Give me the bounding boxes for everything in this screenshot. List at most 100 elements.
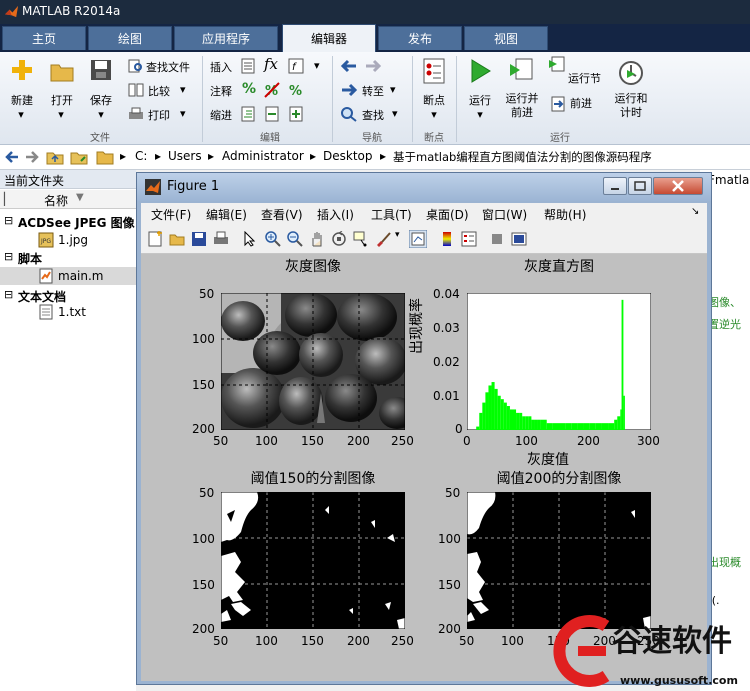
menu-view[interactable]: 查看(V) <box>261 206 303 223</box>
dock-arrow-icon[interactable]: ↘ <box>691 206 699 217</box>
y-tick-label: 200 <box>192 622 215 636</box>
collapse-icon[interactable]: ⊟ <box>4 288 13 301</box>
legend-icon[interactable] <box>461 231 477 247</box>
maximize-button[interactable] <box>628 177 652 195</box>
percent-icon[interactable]: % <box>242 81 256 97</box>
run-section-button[interactable]: 运行节 <box>568 70 601 86</box>
group-text-docs[interactable]: 文本文档 <box>18 288 66 305</box>
chevron-down-icon[interactable]: ▾ <box>314 59 320 72</box>
breadcrumb-item[interactable]: Administrator <box>222 149 304 163</box>
chevron-down-icon[interactable]: ▾ <box>475 108 485 121</box>
run-button[interactable]: 运行 <box>460 92 500 108</box>
run-and-advance-button[interactable]: 运行并 前进 <box>500 92 544 120</box>
back-arrow-icon[interactable] <box>4 150 20 164</box>
chevron-down-icon[interactable]: ▾ <box>56 108 66 121</box>
wrap-comments-icon[interactable]: % <box>288 82 304 98</box>
close-button[interactable] <box>653 177 703 195</box>
pointer-icon[interactable] <box>241 231 257 247</box>
chevron-down-icon[interactable]: ▾ <box>429 108 439 121</box>
seg150-axes[interactable] <box>221 492 405 629</box>
chevron-down-icon[interactable]: ▾ <box>180 107 186 120</box>
zoom-out-icon[interactable] <box>287 231 303 247</box>
file-1-txt[interactable]: 1.txt <box>58 305 86 319</box>
browse-folder-icon[interactable] <box>70 149 88 165</box>
menu-edit[interactable]: 编辑(E) <box>206 206 247 223</box>
group-scripts[interactable]: 脚本 <box>18 250 42 267</box>
chevron-down-icon[interactable]: ▾ <box>96 108 106 121</box>
open-button[interactable]: 打开 <box>42 92 82 108</box>
chevron-down-icon[interactable]: ▾ <box>16 108 26 121</box>
menu-help[interactable]: 帮助(H) <box>544 206 586 223</box>
uncomment-icon[interactable]: % <box>264 82 280 98</box>
chevron-down-icon[interactable]: ▾ <box>180 83 186 96</box>
tab-plots[interactable]: 绘图 <box>88 26 172 50</box>
histogram-bar <box>577 423 584 430</box>
gray-image-axes[interactable] <box>221 293 405 430</box>
collapse-icon[interactable]: ⊟ <box>4 250 13 263</box>
find-files-button[interactable]: 查找文件 <box>146 59 190 75</box>
minimize-button[interactable] <box>603 177 627 195</box>
compare-button[interactable]: 比较 <box>148 83 170 99</box>
new-button[interactable]: 新建 <box>2 92 42 108</box>
indent-button[interactable]: 缩进 <box>210 107 232 123</box>
comment-button[interactable]: 注释 <box>210 83 232 99</box>
advance-button[interactable]: 前进 <box>570 95 592 111</box>
save-button[interactable]: 保存 <box>81 92 121 108</box>
pan-hand-icon[interactable] <box>309 231 325 247</box>
figure-window[interactable]: Figure 1 文件(F) 编辑(E) 查看(V) 插入(I) 工具(T) 桌… <box>136 172 712 685</box>
chevron-down-icon[interactable]: ▾ <box>390 83 396 96</box>
tab-publish[interactable]: 发布 <box>378 26 462 50</box>
menu-insert[interactable]: 插入(I) <box>317 206 354 223</box>
menu-tools[interactable]: 工具(T) <box>371 206 412 223</box>
smart-indent-icon[interactable] <box>240 106 256 122</box>
file-main-m[interactable]: main.m <box>58 269 104 283</box>
collapse-icon[interactable]: ⊟ <box>4 214 13 227</box>
forward-arrow-icon[interactable] <box>24 150 40 164</box>
brush-icon[interactable] <box>375 231 393 247</box>
find-button[interactable]: 查找 <box>362 107 384 123</box>
back-arrow-icon[interactable] <box>340 58 358 74</box>
txt-file-icon <box>39 304 53 320</box>
decrease-indent-icon[interactable] <box>264 106 280 122</box>
y-tick-label: 150 <box>192 578 215 592</box>
menu-file[interactable]: 文件(F) <box>151 206 191 223</box>
group-jpeg[interactable]: ACDSee JPEG 图像 <box>18 214 135 231</box>
show-plot-tools-icon[interactable] <box>511 231 527 247</box>
data-cursor-icon[interactable] <box>353 231 369 247</box>
histogram-axes[interactable] <box>467 293 651 430</box>
zoom-in-icon[interactable] <box>265 231 281 247</box>
seg200-axes[interactable] <box>467 492 651 629</box>
up-folder-icon[interactable] <box>46 149 64 165</box>
colorbar-icon[interactable] <box>439 231 455 247</box>
figure-title-bar[interactable]: Figure 1 <box>137 173 711 201</box>
menu-desktop[interactable]: 桌面(D) <box>426 206 469 223</box>
file-1-jpg[interactable]: 1.jpg <box>58 233 88 247</box>
link-plot-icon[interactable] <box>409 230 427 248</box>
menu-window[interactable]: 窗口(W) <box>482 206 527 223</box>
breadcrumb-item[interactable]: 基于matlab编程直方图阈值法分割的图像源码程序 <box>393 149 652 165</box>
increase-indent-icon[interactable] <box>288 106 304 122</box>
rotate-3d-icon[interactable] <box>331 231 347 247</box>
column-header[interactable]: ▏ 名称 ▼ <box>0 190 136 209</box>
breadcrumb-item[interactable]: C: <box>135 149 147 163</box>
save-figure-icon[interactable] <box>191 231 207 247</box>
tab-editor[interactable]: 编辑器 <box>282 24 376 52</box>
breadcrumb-item[interactable]: Users <box>168 149 202 163</box>
breakpoints-button[interactable]: 断点 <box>414 92 454 108</box>
breadcrumb-item[interactable]: Desktop <box>323 149 373 163</box>
fx-button[interactable]: fx <box>264 55 278 73</box>
print-figure-icon[interactable] <box>213 231 229 247</box>
goto-button[interactable]: 转至 <box>362 83 384 99</box>
print-button[interactable]: 打印 <box>148 107 170 123</box>
new-figure-icon[interactable] <box>147 231 163 247</box>
insert-button[interactable]: 插入 <box>210 59 232 75</box>
chevron-down-icon[interactable]: ▾ <box>395 230 400 240</box>
chevron-down-icon[interactable]: ▾ <box>392 107 398 120</box>
tab-home[interactable]: 主页 <box>2 26 86 50</box>
tab-view[interactable]: 视图 <box>464 26 548 50</box>
tab-apps[interactable]: 应用程序 <box>174 26 278 50</box>
hide-plot-tools-icon[interactable] <box>489 231 505 247</box>
run-and-time-button[interactable]: 运行和 计时 <box>608 92 654 120</box>
open-file-icon[interactable] <box>169 231 185 247</box>
forward-arrow-icon[interactable] <box>364 58 382 74</box>
